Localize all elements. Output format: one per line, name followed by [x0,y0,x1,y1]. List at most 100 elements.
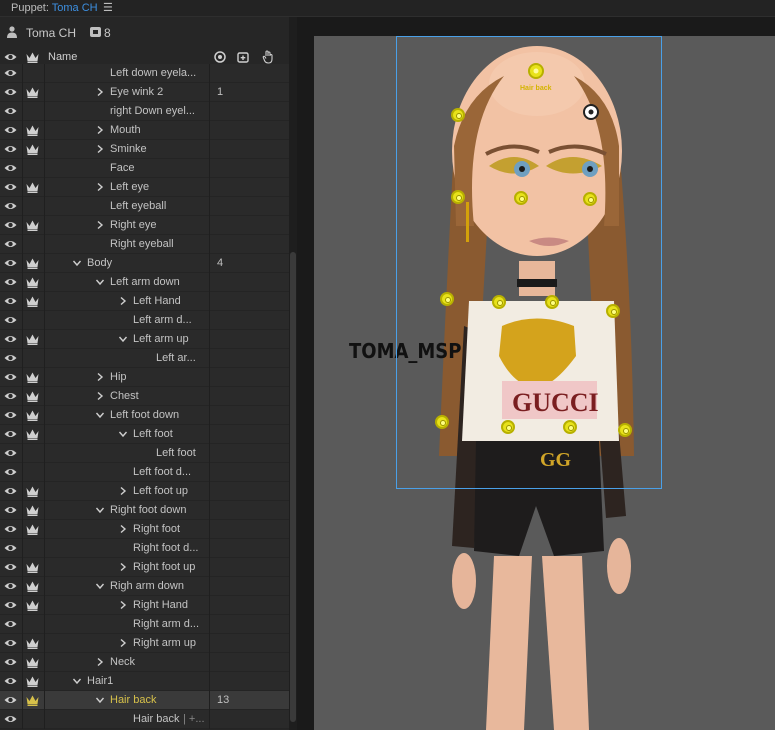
handle-5[interactable] [440,292,454,306]
handle-10[interactable] [501,420,515,434]
eye-icon[interactable] [4,144,17,154]
eye-icon[interactable] [4,448,17,458]
layer-row[interactable]: Left foot [0,425,289,444]
layer-row[interactable]: Left ar... [0,349,289,368]
eye-icon[interactable] [4,505,17,515]
chevron-down-icon[interactable] [95,581,105,591]
handle-2[interactable] [451,190,465,204]
layer-row[interactable]: Left arm down [0,273,289,292]
eye-icon[interactable] [4,201,17,211]
layer-row[interactable]: Neck [0,653,289,672]
eye-icon[interactable] [4,258,17,268]
chevron-right-icon[interactable] [118,486,128,496]
chevron-down-icon[interactable] [95,505,105,515]
eye-icon[interactable] [4,391,17,401]
layer-row[interactable]: Face [0,159,289,178]
crown-icon[interactable] [26,220,39,231]
handle-6[interactable] [492,295,506,309]
chevron-right-icon[interactable] [118,296,128,306]
handle-11[interactable] [563,420,577,434]
eye-icon[interactable] [4,239,17,249]
eye-icon[interactable] [4,657,17,667]
layer-row[interactable]: Left down eyela... [0,64,289,83]
layer-row[interactable]: Right foot down [0,501,289,520]
chevron-right-icon[interactable] [118,638,128,648]
hand-icon[interactable] [262,50,274,64]
layer-row[interactable]: Left foot [0,444,289,463]
layer-row[interactable]: Left Hand [0,292,289,311]
crown-icon[interactable] [26,562,39,573]
eye-icon[interactable] [4,562,17,572]
chevron-down-icon[interactable] [118,429,128,439]
eye-icon[interactable] [4,334,17,344]
eye-icon[interactable] [4,695,17,705]
chevron-right-icon[interactable] [118,562,128,572]
origin-icon[interactable] [214,51,226,63]
crown-icon[interactable] [26,410,39,421]
chevron-down-icon[interactable] [95,277,105,287]
chevron-right-icon[interactable] [118,524,128,534]
chevron-right-icon[interactable] [95,372,105,382]
chevron-right-icon[interactable] [95,657,105,667]
layer-row[interactable]: Body 4 [0,254,289,273]
handle-3[interactable] [514,191,528,205]
chevron-down-icon[interactable] [72,258,82,268]
crown-icon[interactable] [26,638,39,649]
eye-icon[interactable] [4,277,17,287]
handle-1[interactable] [451,108,465,122]
layer-row[interactable]: Left foot up [0,482,289,501]
name-column-header[interactable]: Name [48,51,77,63]
layer-row[interactable]: Left eye [0,178,289,197]
crown-icon[interactable] [26,505,39,516]
eye-icon[interactable] [4,486,17,496]
layer-row[interactable]: Right eye [0,216,289,235]
chevron-right-icon[interactable] [118,600,128,610]
chevron-right-icon[interactable] [95,220,105,230]
eye-icon[interactable] [4,68,17,78]
layer-row[interactable]: Righ arm down [0,577,289,596]
layer-row[interactable]: Left foot down [0,406,289,425]
layer-row[interactable]: Mouth [0,121,289,140]
crown-icon[interactable] [26,258,39,269]
chevron-right-icon[interactable] [95,144,105,154]
puppet-link[interactable]: Toma CH [52,2,98,14]
layer-row[interactable]: Right foot up [0,558,289,577]
layer-row[interactable]: Right foot d... [0,539,289,558]
eye-icon[interactable] [4,220,17,230]
eye-icon[interactable] [4,182,17,192]
crown-icon[interactable] [26,391,39,402]
eye-icon[interactable] [4,619,17,629]
layer-row[interactable]: Right foot [0,520,289,539]
crown-icon[interactable] [26,486,39,497]
crown-icon[interactable] [26,600,39,611]
layer-row[interactable]: Right arm up [0,634,289,653]
layer-row[interactable]: Hair1 [0,672,289,691]
layer-row[interactable]: Hair back | +... [0,710,289,729]
crown-icon[interactable] [26,657,39,668]
eye-icon[interactable] [4,714,17,724]
add-behavior-icon[interactable] [237,51,249,63]
chevron-down-icon[interactable] [95,410,105,420]
crown-icon[interactable] [26,524,39,535]
crown-icon[interactable] [26,429,39,440]
eye-icon[interactable] [4,581,17,591]
crown-icon[interactable] [26,581,39,592]
eye-icon[interactable] [4,638,17,648]
eye-icon[interactable] [4,296,17,306]
eye-icon[interactable] [4,600,17,610]
crown-icon[interactable] [26,277,39,288]
chevron-right-icon[interactable] [95,391,105,401]
eye-icon[interactable] [4,410,17,420]
crown-icon[interactable] [26,144,39,155]
crown-icon[interactable] [26,52,39,63]
eye-icon[interactable] [4,353,17,363]
layer-row[interactable]: Hair back 13 [0,691,289,710]
eye-icon[interactable] [4,125,17,135]
eye-icon[interactable] [4,429,17,439]
eye-icon[interactable] [4,467,17,477]
eye-icon[interactable] [4,163,17,173]
eye-icon[interactable] [4,52,17,62]
chevron-right-icon[interactable] [95,125,105,135]
eye-icon[interactable] [4,524,17,534]
eye-icon[interactable] [4,543,17,553]
